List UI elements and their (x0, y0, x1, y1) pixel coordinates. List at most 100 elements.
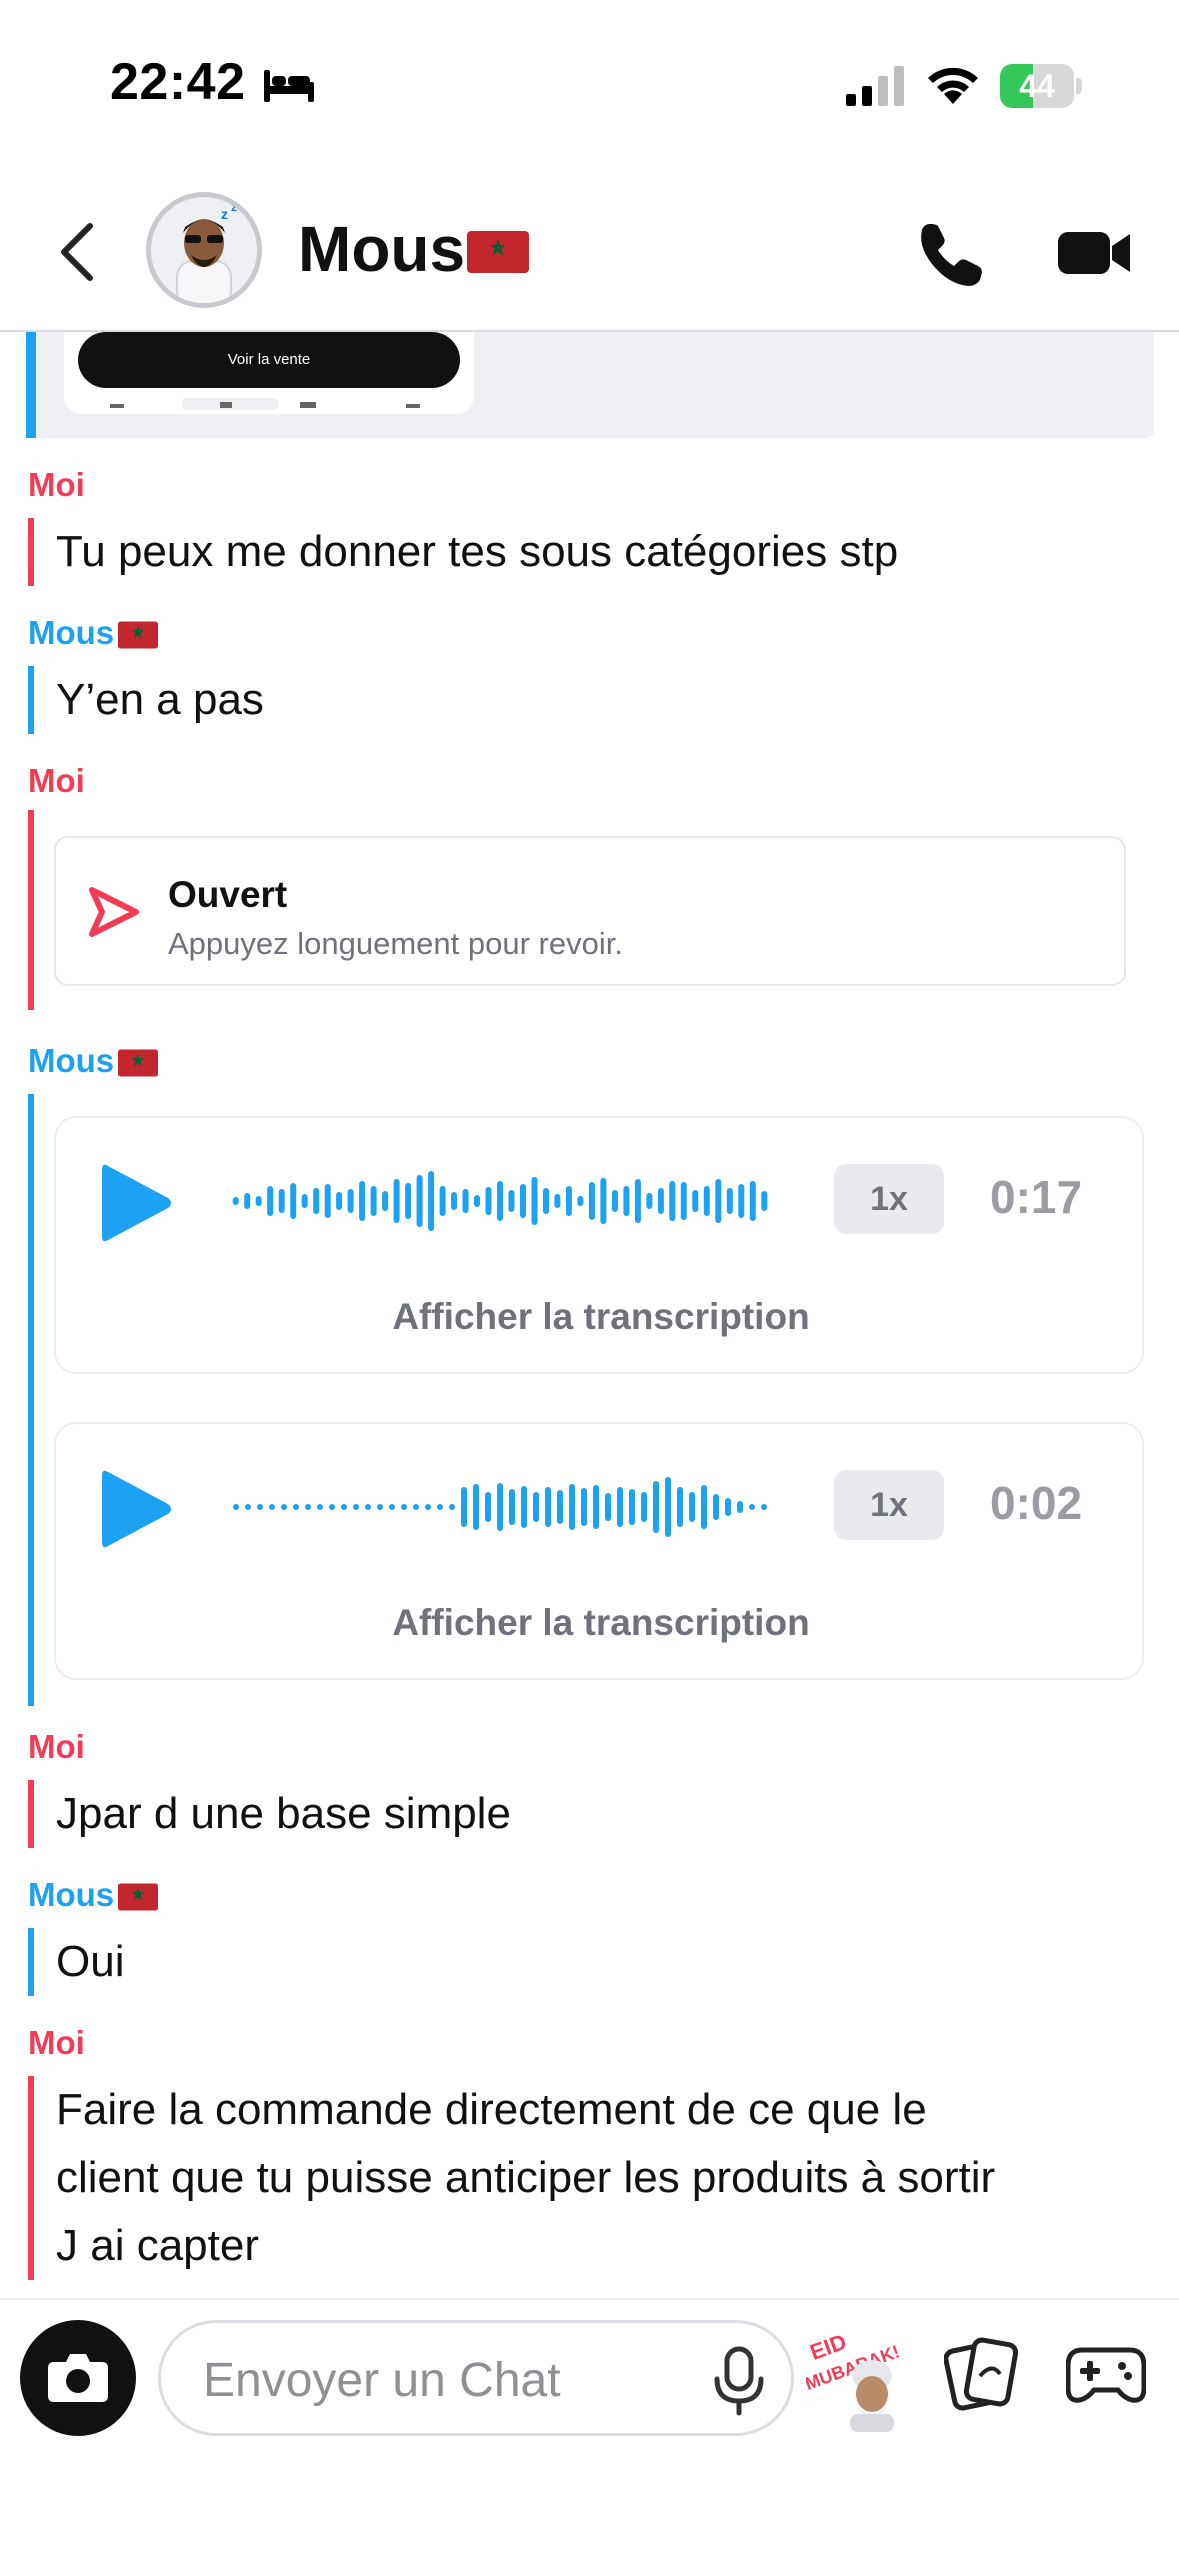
preview-nav-icons (110, 398, 420, 410)
microphone-icon[interactable] (709, 2345, 769, 2417)
status-time: 22:42 (110, 53, 246, 111)
message-text[interactable]: Y’en a pas (28, 666, 264, 734)
phone-icon[interactable] (916, 220, 986, 290)
waveform-bar (761, 1191, 768, 1211)
waveform-bar (269, 1504, 275, 1510)
show-transcription-link[interactable]: Afficher la transcription (56, 1602, 1146, 1644)
waveform-bar (533, 1492, 539, 1522)
chat-input[interactable]: Envoyer un Chat (158, 2320, 794, 2436)
sender-name: Mous (28, 1876, 115, 1913)
waveform-bar (545, 1487, 551, 1527)
morocco-flag-icon (467, 231, 530, 273)
waveform-bar (232, 1197, 239, 1205)
waveform-bar (449, 1504, 455, 1510)
message-text[interactable]: Jpar d une base simple (28, 1780, 511, 1848)
camera-button[interactable] (20, 2320, 136, 2436)
eid-sticker-button[interactable]: EID MUBARAK! (802, 2322, 906, 2432)
waveform-bar (497, 1483, 503, 1531)
waveform-bar (543, 1188, 549, 1214)
morocco-flag-icon (118, 621, 159, 649)
waveform-bar (425, 1504, 431, 1510)
waveform-bar (726, 1188, 733, 1214)
waveform-bar (473, 1484, 479, 1530)
waveform-bar (611, 1190, 618, 1212)
contact-name[interactable]: Mous (298, 212, 530, 286)
message-text[interactable]: Tu peux me donner tes sous catégories st… (28, 518, 898, 586)
waveform-bar (278, 1189, 285, 1213)
chevron-left-icon[interactable] (52, 220, 102, 284)
waveform-bar (617, 1487, 623, 1527)
waveform-bar (665, 1477, 671, 1537)
chat-composer-bar: Envoyer un Chat EID MUBARAK! (0, 2298, 1179, 2556)
avatar[interactable]: z z (146, 192, 262, 308)
waveform-bar (474, 1195, 480, 1207)
show-transcription-link[interactable]: Afficher la transcription (56, 1296, 1146, 1338)
waveform-bar (520, 1184, 526, 1218)
waveform-bar (413, 1504, 419, 1510)
waveform-bar (324, 1184, 331, 1218)
waveform-bar (569, 1484, 575, 1530)
playback-speed-button[interactable]: 1x (834, 1164, 944, 1234)
morocco-flag-icon (118, 1883, 159, 1911)
play-icon[interactable] (96, 1158, 176, 1248)
waveform-bar (623, 1186, 630, 1216)
waveform[interactable] (230, 1472, 770, 1542)
message-line: Faire la commande directement de ce que … (56, 2085, 927, 2134)
waveform-bar (233, 1504, 239, 1510)
waveform-bar (737, 1501, 743, 1513)
waveform-bar (749, 1181, 756, 1221)
waveform-bar (577, 1196, 584, 1206)
cellular-signal-icon (846, 66, 904, 106)
play-icon[interactable] (96, 1464, 176, 1554)
voice-note[interactable]: 1x 0:02 Afficher la transcription (54, 1422, 1144, 1680)
view-sale-button[interactable]: Voir la vente (78, 332, 460, 388)
waveform-bar (290, 1183, 297, 1219)
game-controller-icon[interactable] (1066, 2344, 1146, 2406)
chat-feed[interactable]: Voir la vente Moi Tu peux me donner tes … (0, 332, 1179, 2298)
waveform-bar (405, 1183, 412, 1219)
waveform-bar (749, 1504, 755, 1510)
status-bar: 22:42 44 (0, 0, 1179, 170)
shared-product-card[interactable]: Voir la vente (26, 332, 1154, 438)
waveform-bar (713, 1494, 719, 1520)
waveform-bar (653, 1481, 659, 1533)
waveform-bar (365, 1504, 371, 1510)
waveform-bar (377, 1504, 383, 1510)
camera-icon (48, 2354, 108, 2402)
waveform-bar (341, 1504, 347, 1510)
waveform[interactable] (230, 1166, 770, 1236)
waveform-bar (761, 1504, 767, 1510)
waveform-bar (255, 1196, 262, 1206)
opened-snap-arrow-icon (89, 887, 139, 937)
memories-cards-icon[interactable] (944, 2334, 1020, 2414)
message-text[interactable]: Oui (28, 1928, 124, 1996)
waveform-bar (509, 1489, 515, 1525)
waveform-bar (677, 1487, 683, 1527)
video-camera-icon[interactable] (1058, 228, 1132, 278)
opened-snap-item[interactable]: Ouvert Appuyez longuement pour revoir. (54, 836, 1126, 986)
waveform-bar (689, 1492, 695, 1522)
waveform-bar (738, 1184, 745, 1218)
playback-speed-button[interactable]: 1x (834, 1470, 944, 1540)
waveform-bar (370, 1186, 377, 1216)
waveform-bar (281, 1504, 287, 1510)
waveform-bar (497, 1181, 503, 1221)
message-text-multiline[interactable]: Faire la commande directement de ce que … (28, 2076, 995, 2280)
waveform-bar (347, 1189, 354, 1213)
waveform-bar (353, 1504, 359, 1510)
message-line: J ai capter (56, 2221, 259, 2270)
waveform-bar (657, 1188, 664, 1214)
waveform-bar (437, 1504, 443, 1510)
waveform-bar (669, 1181, 676, 1221)
opened-snap-hint: Appuyez longuement pour revoir. (168, 926, 623, 961)
waveform-bar (581, 1488, 587, 1526)
eid-mubarak-sticker-icon: EID MUBARAK! (802, 2329, 902, 2432)
sender-label-me: Moi (28, 1728, 85, 1765)
waveform-bar (508, 1190, 515, 1212)
waveform-bar (244, 1193, 251, 1209)
message-line: client que tu puisse anticiper les produ… (56, 2153, 996, 2202)
waveform-bar (680, 1182, 687, 1220)
waveform-bar (593, 1485, 599, 1529)
waveform-bar (715, 1179, 722, 1223)
voice-note[interactable]: 1x 0:17 Afficher la transcription (54, 1116, 1144, 1374)
